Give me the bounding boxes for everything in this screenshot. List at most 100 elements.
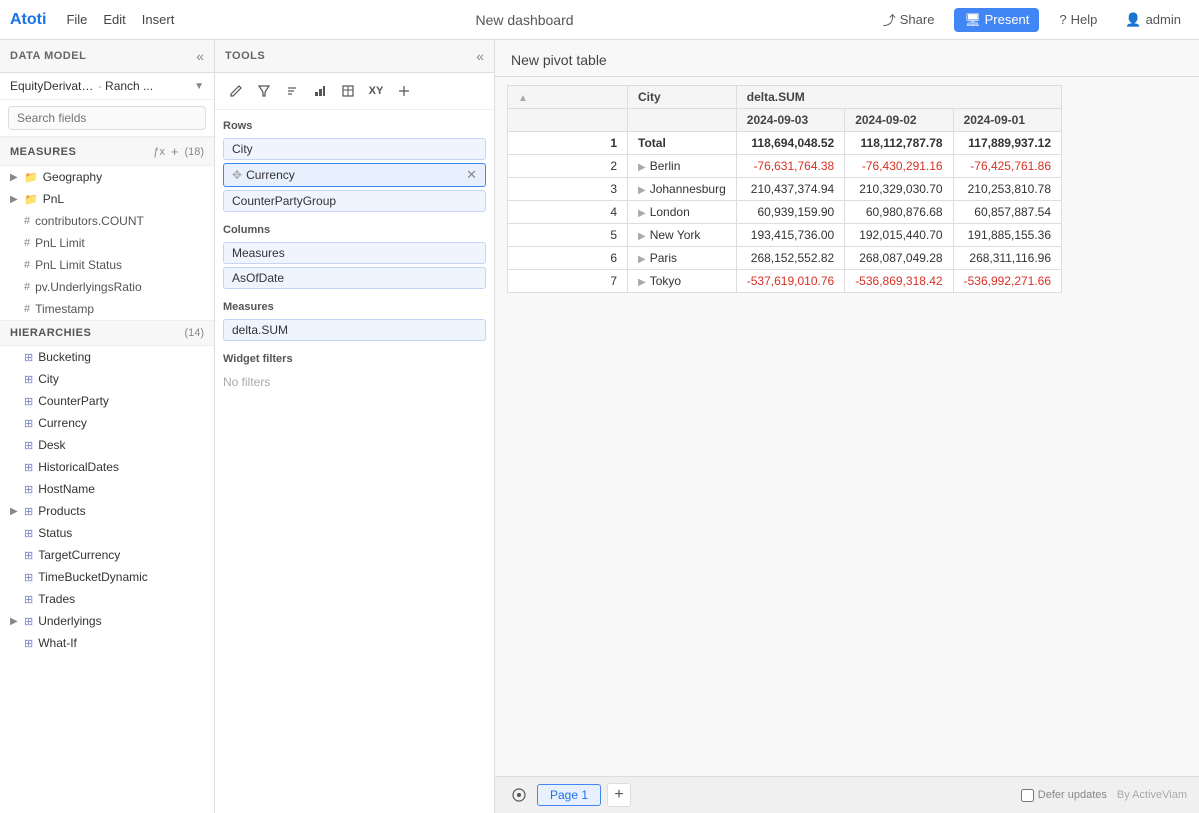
hier-item-historical-dates[interactable]: ⊞ HistoricalDates [0,456,214,478]
expand-button[interactable] [391,79,417,103]
widget-filters-section: Widget filters No filters [223,353,486,393]
expand-row-button[interactable]: ▶ [638,254,646,265]
hier-icon: ⊞ [24,593,33,606]
cube-selector[interactable]: EquityDerivativesCube - Ranch ... ▼ [0,73,214,100]
pivot-table-container[interactable]: ▲ City delta.SUM 2024-09-03 2024-09 [495,77,1199,776]
expand-row-button[interactable]: ▶ [638,208,646,219]
hier-item-hostname[interactable]: ⊞ HostName [0,478,214,500]
cell-value: 191,885,155.36 [953,224,1061,247]
hier-icon: ⊞ [24,461,33,474]
item-label: pv.UnderlyingsRatio [35,280,142,294]
measures-item-pnl-limit[interactable]: # PnL Limit [0,232,214,254]
expand-row-button[interactable]: ▶ [638,162,646,173]
rows-label: Rows [223,120,486,132]
user-icon: 👤 [1125,12,1141,28]
search-input[interactable] [8,106,206,130]
hier-item-desk[interactable]: ⊞ Desk [0,434,214,456]
filter-button[interactable] [251,79,277,103]
table-row: 7▶Tokyo-537,619,010.76-536,869,318.42-53… [508,270,1062,293]
row-label: ▶Tokyo [628,270,737,293]
chart-button[interactable] [307,79,333,103]
hier-item-whatif[interactable]: ⊞ What-If [0,632,214,654]
remove-chip-button[interactable]: ✕ [466,167,477,183]
hierarchies-count: (14) [184,327,204,339]
cols-chip-measures[interactable]: Measures [223,242,486,264]
table-row: 4▶London60,939,159.9060,980,876.6860,857… [508,201,1062,224]
collapse-left-button[interactable]: « [196,48,204,64]
cell-value: -536,992,271.66 [953,270,1061,293]
cols-chip-asofdate[interactable]: AsOfDate [223,267,486,289]
measures-item-contributors[interactable]: # contributors.COUNT [0,210,214,232]
hier-item-products[interactable]: ▶ ⊞ Products [0,500,214,522]
topbar: Atoti File Edit Insert New dashboard ⤴ S… [0,0,1199,40]
measures-label: Measures [223,301,486,313]
collapse-tools-button[interactable]: « [476,48,484,64]
hier-item-city[interactable]: ⊞ City [0,368,214,390]
drag-handle-icon[interactable]: ✥ [232,168,242,182]
cube-separator: - [98,79,102,93]
hier-item-timebucket[interactable]: ⊞ TimeBucketDynamic [0,566,214,588]
menu-file[interactable]: File [66,12,87,27]
hash-icon: # [24,237,30,249]
row-number: 7 [508,270,628,293]
menu-bar: File Edit Insert [66,12,174,27]
defer-updates-checkbox[interactable]: Defer updates [1021,789,1107,802]
rows-chip-counterparty[interactable]: CounterPartyGroup [223,190,486,212]
table-row: 1Total118,694,048.52118,112,787.78117,88… [508,132,1062,155]
row-number: 1 [508,132,628,155]
menu-insert[interactable]: Insert [142,12,175,27]
measures-title: MEASURES [10,146,153,158]
page-settings-button[interactable] [507,783,531,807]
measures-item-pnl-limit-status[interactable]: # PnL Limit Status [0,254,214,276]
cell-value: 210,253,810.78 [953,178,1061,201]
date2-header: 2024-09-02 [845,109,953,132]
user-button[interactable]: 👤 admin [1117,8,1189,32]
hier-item-status[interactable]: ⊞ Status [0,522,214,544]
item-label: HistoricalDates [38,460,119,474]
measures-chip-delta[interactable]: delta.SUM [223,319,486,341]
hier-item-counterparty[interactable]: ⊞ CounterParty [0,390,214,412]
menu-edit[interactable]: Edit [103,12,125,27]
row-label: ▶Johannesburg [628,178,737,201]
pivot-footer: Page 1 + Defer updates By ActiveViam [495,776,1199,813]
hier-item-currency[interactable]: ⊞ Currency [0,412,214,434]
defer-checkbox-input[interactable] [1021,789,1034,802]
chip-label: City [232,142,477,156]
rows-section: Rows City ✥ Currency ✕ CounterPartyGroup [223,120,486,212]
hier-item-bucketing[interactable]: ⊞ Bucketing [0,346,214,368]
bar-chart-icon [313,84,327,98]
measures-item-timestamp[interactable]: # Timestamp [0,298,214,320]
edit-tool-button[interactable] [223,79,249,103]
page-tab-1[interactable]: Page 1 [537,784,601,806]
rows-chip-currency[interactable]: ✥ Currency ✕ [223,163,486,187]
help-button[interactable]: ? Help [1051,8,1105,31]
expand-row-button[interactable]: ▶ [638,185,646,196]
cell-value: -537,619,010.76 [736,270,844,293]
add-page-button[interactable]: + [607,783,631,807]
chip-label: delta.SUM [232,323,477,337]
function-icon[interactable]: ƒx [153,146,165,158]
expand-icon [397,84,411,98]
measures-item-geography[interactable]: ▶ 📁 Geography [0,166,214,188]
expand-row-button[interactable]: ▶ [638,277,646,288]
xy-button[interactable]: XY [363,79,389,103]
table-button[interactable] [335,79,361,103]
row-num-header [508,109,628,132]
row-label: ▶Paris [628,247,737,270]
hier-item-targetcurrency[interactable]: ⊞ TargetCurrency [0,544,214,566]
topbar-actions: ⤴ Share 🖥 Present ? Help 👤 admin [875,6,1189,33]
sort-button[interactable] [279,79,305,103]
measures-item-pv-underlyings[interactable]: # pv.UnderlyingsRatio [0,276,214,298]
hier-item-underlyings[interactable]: ▶ ⊞ Underlyings [0,610,214,632]
hier-icon: ⊞ [24,571,33,584]
rows-chip-city[interactable]: City [223,138,486,160]
present-button[interactable]: 🖥 Present [954,8,1039,32]
hier-item-trades[interactable]: ⊞ Trades [0,588,214,610]
measures-item-pnl[interactable]: ▶ 📁 PnL [0,188,214,210]
expand-row-button[interactable]: ▶ [638,231,646,242]
row-number: 2 [508,155,628,178]
item-label: Currency [38,416,87,430]
chevron-down-icon: ▼ [194,81,204,92]
share-button[interactable]: ⤴ Share [875,6,943,33]
add-measure-icon[interactable]: + [171,144,179,159]
